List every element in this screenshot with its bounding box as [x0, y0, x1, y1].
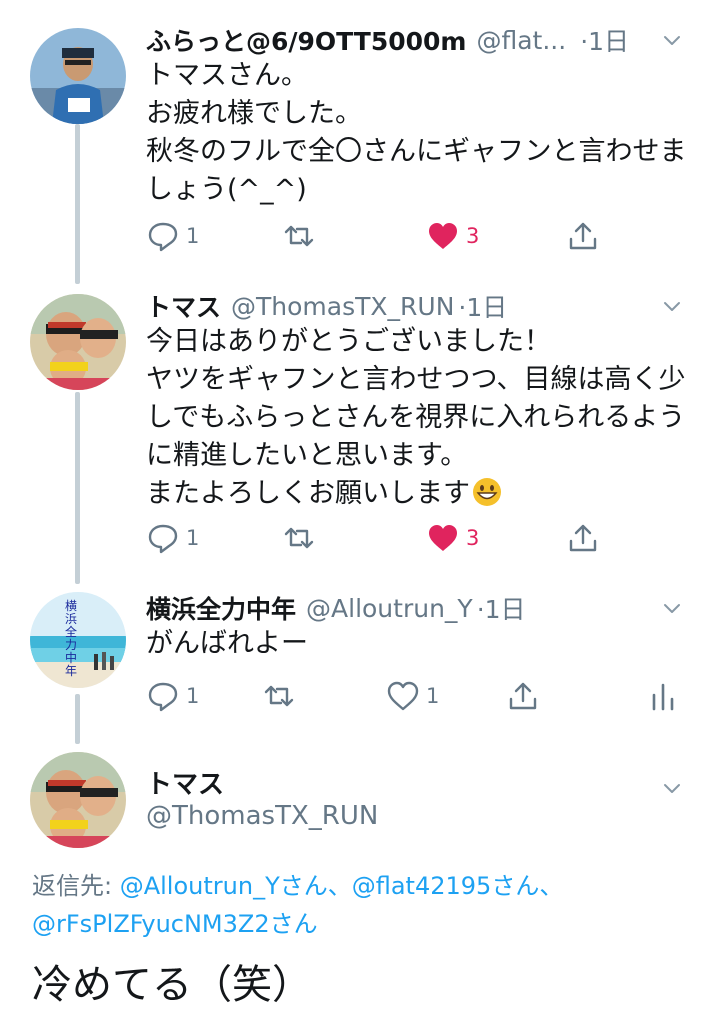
- avatar[interactable]: 横浜全力中年: [30, 592, 126, 688]
- avatar[interactable]: [30, 294, 126, 390]
- tweet-line: しょう(^_^): [146, 174, 307, 205]
- reply-to-line: @rFsPlZFyucNM3Z2さん: [32, 904, 318, 939]
- display-name[interactable]: 横浜全力中年: [146, 590, 296, 626]
- tweet-header: トマス @ThomasTX_RUN ·1日: [146, 286, 507, 326]
- like-button[interactable]: 1: [386, 676, 439, 716]
- reply-to-label: 返信先:: [32, 872, 120, 900]
- retweet-button[interactable]: [282, 216, 316, 256]
- mention-link[interactable]: @Alloutrun_Yさん、: [120, 872, 352, 900]
- share-icon: [569, 222, 597, 250]
- chevron-down-icon[interactable]: [660, 596, 684, 620]
- share-icon: [569, 524, 597, 552]
- reply-count: 1: [186, 684, 200, 708]
- tweet-header: ふらっと@6/9OTT5000m @flat... ·1日: [146, 20, 629, 60]
- retweet-icon: [284, 527, 314, 549]
- tweet-line: 秋冬のフルで全〇さんにギャフンと言わせま: [146, 136, 687, 167]
- retweet-button[interactable]: [282, 518, 316, 558]
- user-handle[interactable]: @ThomasTX_RUN: [231, 292, 454, 321]
- reply-count: 1: [186, 224, 200, 248]
- avatar[interactable]: [30, 28, 126, 124]
- reply-count: 1: [186, 526, 200, 550]
- tweet-text: トマスさん。 お疲れ様でした。 秋冬のフルで全〇さんにギャフンと言わせま しょう…: [146, 57, 687, 209]
- display-name[interactable]: トマス: [146, 764, 224, 801]
- retweet-button[interactable]: [262, 676, 296, 716]
- chevron-down-icon[interactable]: [660, 28, 684, 52]
- tweet-line: 今日はありがとうございました！: [146, 326, 551, 357]
- mention-link[interactable]: @flat42195さん、: [352, 872, 564, 900]
- thread-line: [75, 124, 80, 284]
- analytics-icon: [652, 683, 674, 711]
- tweet-line: トマスさん。: [146, 60, 308, 91]
- thread-line: [75, 694, 80, 744]
- chevron-down-icon[interactable]: [660, 294, 684, 318]
- reply-button[interactable]: 1: [146, 676, 199, 716]
- share-icon: [509, 682, 537, 710]
- reply-button[interactable]: 1: [146, 518, 199, 558]
- tweet-text: 今日はありがとうございました！ ヤツをギャフンと言わせつつ、目線は高く少 しでも…: [146, 323, 685, 513]
- reply-button[interactable]: 1: [146, 216, 199, 256]
- timestamp[interactable]: ·1日: [458, 288, 507, 324]
- tweet-line: しでもふらっとさんを視界に入れられるよう: [146, 402, 686, 433]
- user-handle[interactable]: @ThomasTX_RUN: [146, 801, 378, 831]
- chevron-down-icon[interactable]: [660, 776, 684, 800]
- reply-to-line: 返信先: @Alloutrun_Yさん、@flat42195さん、: [32, 866, 563, 901]
- grinning-face-emoji: [473, 478, 501, 506]
- like-button[interactable]: 3: [426, 518, 479, 558]
- tweet-line: がんばれよー: [146, 628, 308, 659]
- thread-line: [75, 392, 80, 584]
- share-button[interactable]: [566, 518, 600, 558]
- like-count: 3: [466, 526, 480, 550]
- tweet-actions: 1 3: [146, 216, 686, 256]
- display-name[interactable]: ふらっと@6/9OTT5000m: [146, 22, 466, 58]
- avatar[interactable]: [30, 752, 126, 848]
- share-button[interactable]: [566, 216, 600, 256]
- tweet-line: に精進したいと思います。: [146, 440, 468, 471]
- mention-link[interactable]: @rFsPlZFyucNM3Z2さん: [32, 910, 318, 938]
- user-handle[interactable]: @flat...: [476, 26, 566, 55]
- reply-icon: [148, 682, 178, 712]
- like-button[interactable]: 3: [426, 216, 479, 256]
- tweet-text: 冷めてる（笑）: [32, 962, 312, 1008]
- reply-icon: [148, 524, 178, 554]
- tweet-line-text: またよろしくお願いします: [146, 478, 470, 509]
- tweet-line: ヤツをギャフンと言わせつつ、目線は高く少: [146, 364, 686, 395]
- tweet-line: またよろしくお願いします: [146, 475, 685, 513]
- like-icon: [387, 681, 419, 711]
- tweet-header: 横浜全力中年 @Alloutrun_Y ·1日: [146, 588, 526, 628]
- like-icon: [429, 525, 457, 551]
- like-count: 1: [426, 684, 440, 708]
- avatar-text: 横浜全力中年: [65, 599, 78, 678]
- like-icon: [429, 223, 457, 249]
- retweet-icon: [284, 225, 314, 247]
- reply-icon: [148, 222, 178, 252]
- tweet-actions: 1 3: [146, 518, 686, 558]
- tweet-actions: 1 1: [146, 676, 686, 716]
- like-count: 3: [466, 224, 480, 248]
- analytics-button[interactable]: [646, 676, 680, 716]
- share-button[interactable]: [506, 676, 540, 716]
- tweet-line: お疲れ様でした。: [146, 98, 362, 129]
- tweet-text: がんばれよー: [146, 625, 308, 663]
- retweet-icon: [264, 685, 294, 707]
- user-handle[interactable]: @Alloutrun_Y: [306, 594, 473, 623]
- display-name[interactable]: トマス: [146, 288, 221, 324]
- timestamp[interactable]: ·1日: [477, 590, 526, 626]
- timestamp[interactable]: ·1日: [580, 22, 629, 58]
